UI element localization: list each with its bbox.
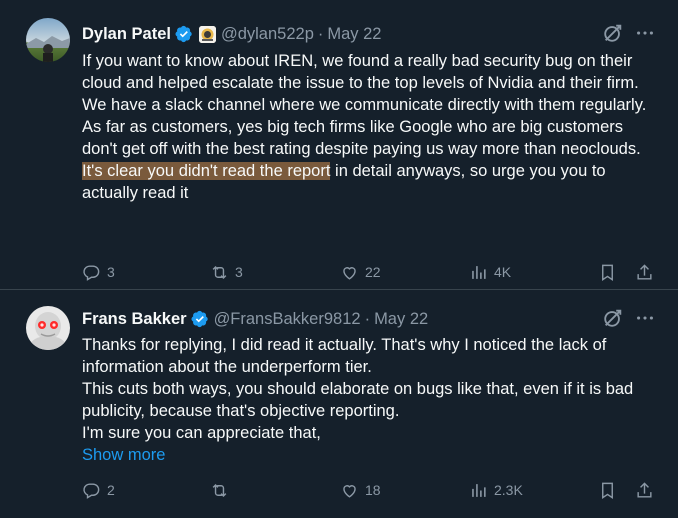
more-icon[interactable] bbox=[634, 307, 656, 329]
tweet-dylan-patel[interactable]: Dylan Patel @dylan522p · May 22 If you w… bbox=[0, 0, 678, 290]
like-count: 22 bbox=[365, 264, 381, 280]
like-count: 18 bbox=[365, 482, 381, 498]
like-button[interactable]: 22 bbox=[340, 262, 381, 282]
reply-button[interactable]: 3 bbox=[82, 262, 115, 282]
author-handle[interactable]: @dylan522p bbox=[221, 25, 314, 44]
author-name[interactable]: Frans Bakker bbox=[82, 310, 187, 329]
retweet-button[interactable] bbox=[210, 480, 235, 500]
avatar[interactable] bbox=[26, 18, 70, 62]
views-button[interactable]: 2.3K bbox=[469, 480, 523, 500]
reply-button[interactable]: 2 bbox=[82, 480, 115, 500]
tweet-header: Frans Bakker @FransBakker9812 · May 22 bbox=[82, 308, 428, 330]
views-icon bbox=[472, 483, 486, 497]
more-icon[interactable] bbox=[634, 22, 656, 44]
reply-count: 3 bbox=[107, 264, 115, 280]
bookmark-button[interactable] bbox=[598, 262, 617, 282]
bookmark-icon bbox=[602, 264, 613, 281]
tweet-top-actions bbox=[602, 307, 656, 329]
retweet-button[interactable]: 3 bbox=[210, 262, 243, 282]
share-icon bbox=[637, 481, 652, 498]
tweet-text: Thanks for replying, I did read it actua… bbox=[82, 334, 652, 466]
tweet-date[interactable]: May 22 bbox=[374, 310, 428, 329]
tweet-top-actions bbox=[602, 22, 656, 44]
author-handle[interactable]: @FransBakker9812 bbox=[214, 310, 361, 329]
tweet-paragraph: If you want to know about IREN, we found… bbox=[82, 52, 647, 114]
reply-count: 2 bbox=[107, 482, 115, 498]
separator-dot: · bbox=[364, 309, 371, 328]
tweet-paragraph: Thanks for replying, I did read it actua… bbox=[82, 336, 607, 376]
share-icon bbox=[637, 263, 652, 280]
reply-icon bbox=[83, 264, 100, 281]
share-button[interactable] bbox=[635, 262, 654, 282]
tweet-date[interactable]: May 22 bbox=[327, 25, 381, 44]
like-icon bbox=[343, 484, 356, 498]
affiliate-badge-icon[interactable] bbox=[198, 25, 216, 43]
views-count: 2.3K bbox=[494, 482, 523, 498]
separator-dot: · bbox=[317, 24, 324, 43]
retweet-icon bbox=[212, 265, 227, 279]
retweet-count: 3 bbox=[235, 264, 243, 280]
tweet-text: If you want to know about IREN, we found… bbox=[82, 50, 652, 204]
tweet-action-bar: 2 18 2.3K bbox=[82, 480, 654, 500]
bookmark-icon bbox=[602, 482, 613, 499]
grok-icon[interactable] bbox=[602, 22, 624, 44]
tweet-frans-bakker[interactable]: Frans Bakker @FransBakker9812 · May 22 T bbox=[0, 290, 678, 518]
grok-icon[interactable] bbox=[602, 307, 624, 329]
reply-icon bbox=[83, 482, 100, 499]
avatar[interactable] bbox=[26, 306, 70, 350]
like-icon bbox=[343, 266, 356, 280]
tweet-paragraph: It's clear you didn't read the report in… bbox=[82, 160, 652, 204]
retweet-icon bbox=[212, 483, 227, 497]
like-button[interactable]: 18 bbox=[340, 480, 381, 500]
show-more-link[interactable]: Show more bbox=[82, 444, 652, 466]
views-icon bbox=[472, 265, 486, 279]
verified-badge-icon bbox=[191, 310, 208, 328]
tweet-action-bar: 3 3 22 4K bbox=[82, 262, 654, 282]
verified-badge-icon bbox=[175, 25, 192, 43]
share-button[interactable] bbox=[635, 480, 654, 500]
tweet-paragraph: I'm sure you can appreciate that, bbox=[82, 424, 321, 442]
tweet-paragraph: This cuts both ways, you should elaborat… bbox=[82, 380, 634, 420]
bookmark-button[interactable] bbox=[598, 480, 617, 500]
views-count: 4K bbox=[494, 264, 512, 280]
reply-thread: Dylan Patel @dylan522p · May 22 If you w… bbox=[0, 0, 678, 518]
tweet-header: Dylan Patel @dylan522p · May 22 bbox=[82, 23, 381, 45]
tweet-paragraph: As far as customers, yes big tech firms … bbox=[82, 118, 641, 158]
author-name[interactable]: Dylan Patel bbox=[82, 25, 171, 44]
views-button[interactable]: 4K bbox=[469, 262, 511, 282]
highlighted-text: It's clear you didn't read the report bbox=[82, 162, 331, 180]
